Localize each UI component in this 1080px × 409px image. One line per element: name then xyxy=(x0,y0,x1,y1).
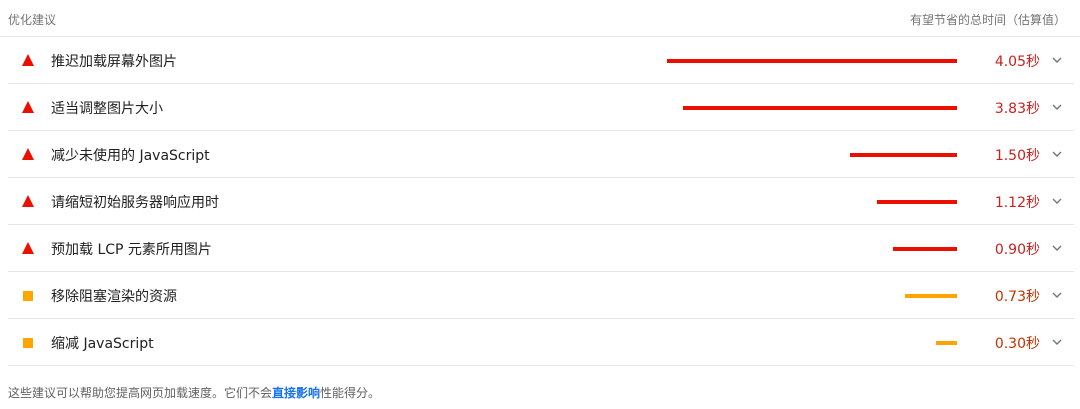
opportunity-row[interactable]: 适当调整图片大小 3.83秒 xyxy=(8,84,1074,131)
estimated-savings-title: 有望节省的总时间（估算值） xyxy=(909,13,1066,27)
savings-bar xyxy=(905,294,957,298)
average-square-icon xyxy=(23,338,33,348)
opportunity-row[interactable]: 移除阻塞渲染的资源 0.73秒 xyxy=(8,272,1074,319)
opportunity-label: 预加载 LCP 元素所用图片 xyxy=(51,242,212,258)
opportunity-row[interactable]: 请缩短初始服务器响应用时 1.12秒 xyxy=(8,178,1074,225)
savings-bar xyxy=(893,247,957,251)
chevron-down-icon[interactable] xyxy=(1052,103,1062,111)
savings-value: 0.90秒 xyxy=(994,242,1040,258)
savings-bar xyxy=(683,106,957,110)
opportunity-row[interactable]: 减少未使用的 JavaScript 1.50秒 xyxy=(8,131,1074,178)
chevron-down-icon[interactable] xyxy=(1052,291,1062,299)
chevron-down-icon[interactable] xyxy=(1052,244,1062,252)
opportunities-header: 优化建议 有望节省的总时间（估算值） xyxy=(0,0,1080,37)
fail-triangle-icon xyxy=(22,195,34,207)
chevron-down-icon[interactable] xyxy=(1052,150,1062,158)
fail-triangle-icon xyxy=(22,148,34,160)
opportunity-label: 移除阻塞渲染的资源 xyxy=(51,289,177,305)
savings-bar xyxy=(850,153,957,157)
chevron-down-icon[interactable] xyxy=(1052,56,1062,64)
opportunity-label: 请缩短初始服务器响应用时 xyxy=(51,195,219,211)
savings-bar xyxy=(667,59,957,63)
fail-triangle-icon xyxy=(22,242,34,254)
fail-triangle-icon xyxy=(22,54,34,66)
opportunity-row[interactable]: 预加载 LCP 元素所用图片 0.90秒 xyxy=(8,225,1074,272)
opportunity-row[interactable]: 推迟加载屏幕外图片 4.05秒 xyxy=(8,37,1074,84)
chevron-down-icon[interactable] xyxy=(1052,197,1062,205)
opportunity-label: 缩减 JavaScript xyxy=(51,336,154,352)
opportunities-footer: 这些建议可以帮助您提高网页加载速度。它们不会直接影响性能得分。 xyxy=(8,384,380,401)
savings-value: 1.50秒 xyxy=(994,148,1040,164)
savings-value: 0.30秒 xyxy=(994,336,1040,352)
savings-bar xyxy=(877,200,957,204)
savings-value: 3.83秒 xyxy=(994,101,1040,117)
chevron-down-icon[interactable] xyxy=(1052,338,1062,346)
savings-bar xyxy=(936,341,957,345)
direct-impact-link[interactable]: 直接影响 xyxy=(272,386,320,400)
opportunities-title: 优化建议 xyxy=(8,13,57,27)
average-square-icon xyxy=(23,291,33,301)
footer-text-after: 性能得分。 xyxy=(320,386,381,400)
savings-value: 4.05秒 xyxy=(994,54,1040,70)
footer-text-before: 这些建议可以帮助您提高网页加载速度。它们不会 xyxy=(8,386,273,400)
savings-value: 0.73秒 xyxy=(994,289,1040,305)
opportunity-label: 减少未使用的 JavaScript xyxy=(51,148,210,164)
fail-triangle-icon xyxy=(22,101,34,113)
savings-value: 1.12秒 xyxy=(994,195,1040,211)
opportunity-label: 推迟加载屏幕外图片 xyxy=(51,54,177,70)
opportunity-label: 适当调整图片大小 xyxy=(51,101,163,117)
opportunity-row[interactable]: 缩减 JavaScript 0.30秒 xyxy=(8,319,1074,366)
